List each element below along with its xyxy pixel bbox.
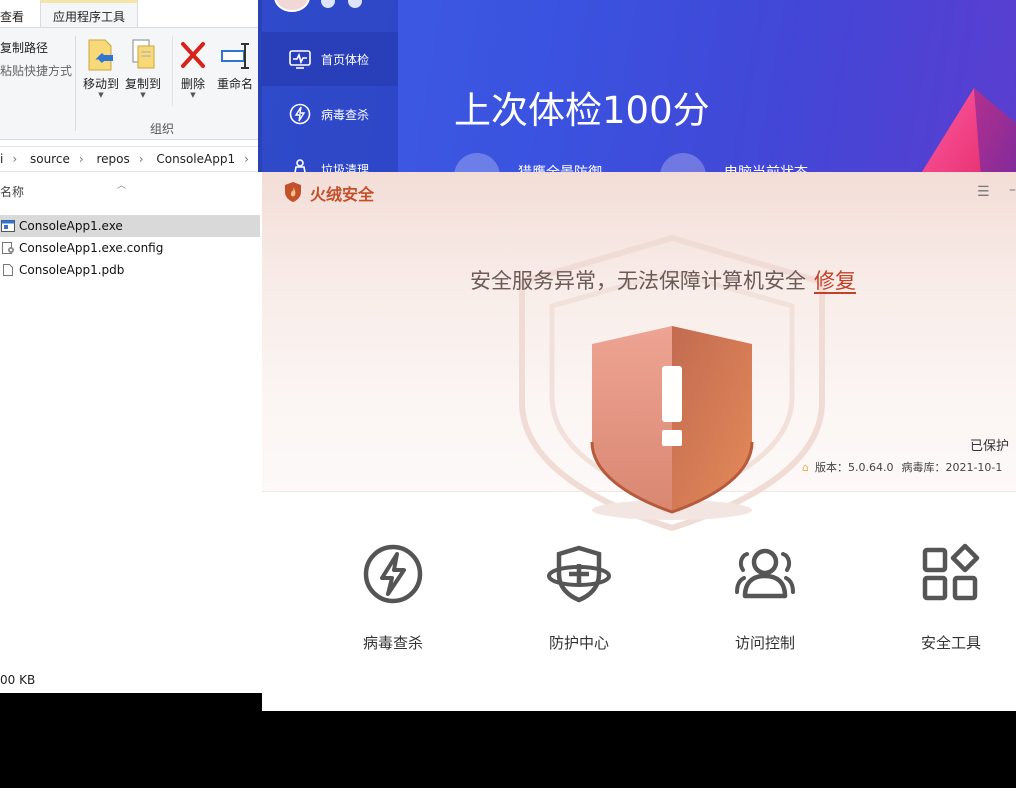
file-name: ConsoleApp1.exe <box>19 219 123 233</box>
grid-tools-icon <box>922 543 980 601</box>
move-to-label: 移动到 <box>82 77 119 91</box>
list-item[interactable]: ConsoleApp1.pdb <box>0 259 262 281</box>
minimize-icon[interactable]: – <box>1009 182 1016 198</box>
sidebar-item-checkup[interactable]: 首页体检 <box>262 32 398 86</box>
file-explorer-window: 查看 应用程序工具 复制路径 粘贴快捷方式 移动到 ▼ 复制到 ▼ 删除 ▼ 重… <box>0 0 262 693</box>
defense-icon[interactable] <box>454 153 500 172</box>
security-warning: 安全服务异常，无法保障计算机安全 修复 <box>262 265 1016 295</box>
copy-to-icon <box>127 38 159 72</box>
breadcrumb-item[interactable]: ConsoleApp1 <box>156 152 235 166</box>
ribbon-tabs: 查看 应用程序工具 <box>0 0 262 28</box>
chevron-right-icon[interactable]: › <box>12 152 17 166</box>
protected-status: 已保护 <box>970 439 1010 454</box>
copy-to-label: 复制到 <box>124 77 161 91</box>
chevron-right-icon[interactable]: › <box>139 152 144 166</box>
feature-virus-scan[interactable]: 病毒查杀 <box>333 542 453 653</box>
list-item[interactable]: ConsoleApp1.exe <box>0 215 260 237</box>
update-arrow-icon[interactable]: ⌂ <box>802 461 809 474</box>
huorong-security-dialog: 火绒安全 ☰ – 安全服务异常，无法保障计算机安全 修复 已保护 ⌂ 版本：5.0.… <box>262 172 1016 711</box>
shield-plus-icon <box>547 545 611 603</box>
rename-label: 重命名 <box>216 77 253 91</box>
sidebar-item-label: 病毒查杀 <box>321 108 370 122</box>
config-file-icon <box>2 242 14 254</box>
version-info: ⌂ 版本：5.0.64.0 病毒库：2021-10-1 <box>802 459 1002 475</box>
feature-protection-center[interactable]: 防护中心 <box>519 542 639 653</box>
ribbon-divider <box>75 36 76 131</box>
dropdown-caret-icon: ▼ <box>190 91 196 99</box>
pyramid-decoration-icon <box>921 88 1016 172</box>
rename-icon <box>219 38 251 72</box>
feature-label[interactable]: 猎鹰全景防御 <box>518 162 602 172</box>
move-to-button[interactable]: 移动到 ▼ <box>79 38 123 99</box>
breadcrumb[interactable]: i› source› repos› ConsoleApp1› C <box>0 146 262 172</box>
lightning-icon <box>289 103 311 125</box>
move-to-icon <box>85 38 117 72</box>
feature-label[interactable]: 电脑当前状态 <box>724 162 808 172</box>
breadcrumb-item[interactable]: i <box>0 152 3 166</box>
status-bar-size: 00 KB <box>0 673 36 687</box>
file-list: ConsoleApp1.exe ConsoleApp1.exe.config C… <box>0 215 262 281</box>
group-label-organize: 组织 <box>150 122 175 136</box>
column-header-name[interactable]: 名称 <box>0 183 24 200</box>
paste-shortcut-button[interactable]: 粘贴快捷方式 <box>0 62 72 79</box>
list-item[interactable]: ConsoleApp1.exe.config <box>0 237 262 259</box>
delete-label: 删除 <box>180 77 205 91</box>
sidebar-item-label: 垃圾清理 <box>321 163 370 172</box>
delete-icon <box>177 38 209 72</box>
status-icon[interactable] <box>660 153 706 172</box>
sidebar-item-label: 首页体检 <box>321 53 370 67</box>
breadcrumb-item[interactable]: repos <box>96 152 129 166</box>
sidebar-item-virus-scan[interactable]: 病毒查杀 <box>262 87 398 141</box>
feature-security-tools[interactable]: 安全工具 <box>891 542 1011 653</box>
file-name: ConsoleApp1.pdb <box>19 263 125 277</box>
desktop: 查看 应用程序工具 复制路径 粘贴快捷方式 移动到 ▼ 复制到 ▼ 删除 ▼ 重… <box>0 0 1016 788</box>
exe-file-icon <box>1 220 15 232</box>
pulse-icon <box>289 50 311 69</box>
sidebar-item-cleanup[interactable]: 垃圾清理 <box>262 142 398 172</box>
lightning-circle-icon <box>363 544 423 604</box>
chevron-right-icon[interactable]: › <box>244 152 249 166</box>
dropdown-caret-icon: ▼ <box>98 91 104 99</box>
feature-label: 安全工具 <box>920 634 981 652</box>
feature-access-control[interactable]: 访问控制 <box>705 542 825 653</box>
page-title: 上次体检100分 <box>454 89 710 132</box>
copy-path-button[interactable]: 复制路径 <box>0 39 48 56</box>
broom-icon <box>294 159 306 172</box>
warning-text: 安全服务异常，无法保障计算机安全 <box>470 269 806 293</box>
file-name: ConsoleApp1.exe.config <box>19 241 164 255</box>
huorong-logo-icon <box>285 182 301 202</box>
brand-name: 火绒安全 <box>310 185 375 204</box>
repair-link[interactable]: 修复 <box>814 269 856 293</box>
copy-to-button[interactable]: 复制到 ▼ <box>121 38 165 99</box>
tab-app-tools[interactable]: 应用程序工具 <box>40 0 138 28</box>
sort-ascending-icon: ︿ <box>117 181 127 191</box>
file-icon <box>3 264 13 276</box>
huorong-main-window: 首页体检 病毒查杀 垃圾清理 上次体检100分 猎鹰全景防御 电脑当前状态 <box>258 0 1016 172</box>
warning-shield-icon <box>590 326 754 520</box>
version-label: 版本：5.0.64.0 <box>814 461 894 474</box>
feature-label: 防护中心 <box>548 634 609 652</box>
chevron-right-icon[interactable]: › <box>79 152 84 166</box>
feature-grid: 病毒查杀 防护中心 访问控制 安全工具 <box>262 542 1016 662</box>
delete-button[interactable]: 删除 ▼ <box>171 38 215 99</box>
virus-db-label: 病毒库：2021-10-1 <box>901 461 1003 474</box>
breadcrumb-item[interactable]: source <box>30 152 70 166</box>
dropdown-caret-icon: ▼ <box>140 91 146 99</box>
rename-button[interactable]: 重命名 <box>213 38 257 92</box>
users-icon <box>735 548 795 599</box>
feature-label: 病毒查杀 <box>362 634 423 652</box>
tab-view[interactable]: 查看 <box>0 8 24 25</box>
ribbon: 复制路径 粘贴快捷方式 移动到 ▼ 复制到 ▼ 删除 ▼ 重命名 组织 <box>0 27 262 140</box>
feature-label: 访问控制 <box>734 634 795 652</box>
menu-icon[interactable]: ☰ <box>977 184 990 200</box>
